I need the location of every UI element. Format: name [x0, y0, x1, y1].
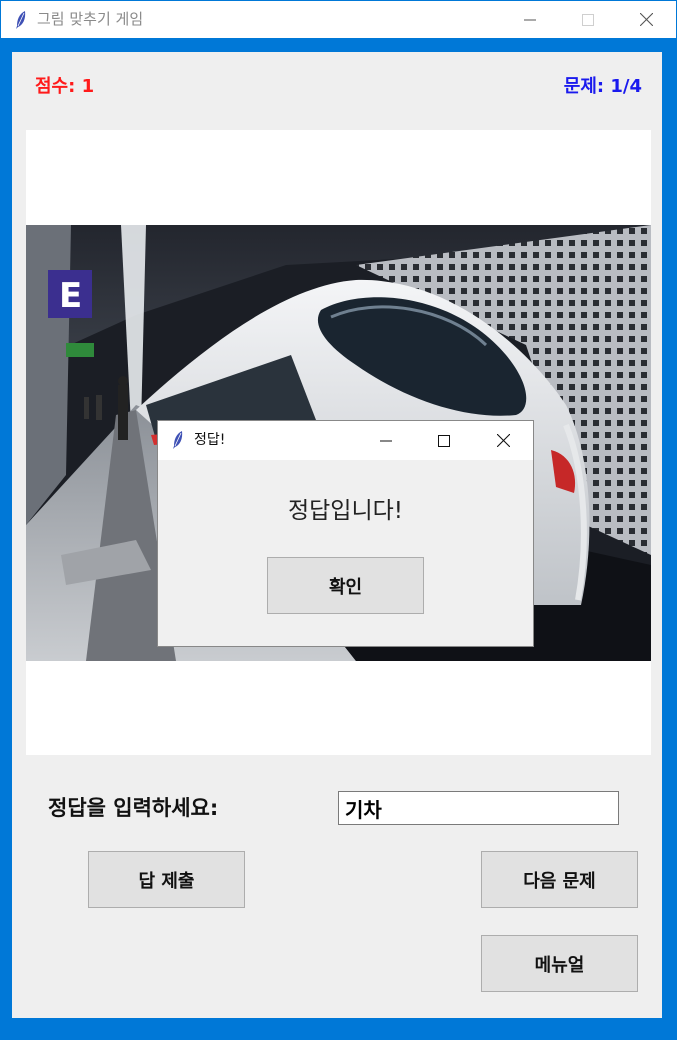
feather-icon — [173, 431, 183, 449]
dialog-title-bar: 정답! — [158, 421, 533, 460]
submit-button[interactable]: 답 제출 — [88, 851, 245, 908]
dialog-close-button[interactable] — [474, 421, 532, 460]
dialog-minimize-button[interactable] — [357, 421, 415, 460]
answer-input[interactable] — [338, 791, 619, 825]
dialog-message: 정답입니다! — [287, 498, 404, 524]
window-title: 그림 맞추기 게임 — [37, 10, 144, 28]
close-icon — [496, 434, 510, 447]
close-button[interactable] — [617, 1, 675, 38]
manual-button[interactable]: 메뉴얼 — [481, 935, 638, 992]
question-counter: 문제: 1/4 — [563, 76, 642, 97]
close-icon — [639, 13, 653, 26]
minimize-button[interactable] — [501, 1, 559, 38]
maximize-icon — [582, 13, 594, 26]
answer-label: 정답을 입력하세요: — [48, 796, 219, 820]
title-bar: 그림 맞추기 게임 — [1, 1, 676, 38]
score-label: 점수: 1 — [35, 76, 95, 97]
station-sign: E — [59, 276, 82, 316]
ok-button[interactable]: 확인 — [267, 557, 424, 614]
maximize-icon — [438, 434, 450, 447]
correct-dialog: 정답! 정답입니다! 확인 — [157, 420, 534, 647]
minimize-icon — [524, 19, 536, 20]
feather-icon — [16, 11, 26, 29]
next-question-button[interactable]: 다음 문제 — [481, 851, 638, 908]
dialog-maximize-button[interactable] — [415, 421, 473, 460]
dialog-title: 정답! — [194, 432, 226, 448]
maximize-button[interactable] — [559, 1, 617, 38]
minimize-icon — [380, 440, 392, 441]
